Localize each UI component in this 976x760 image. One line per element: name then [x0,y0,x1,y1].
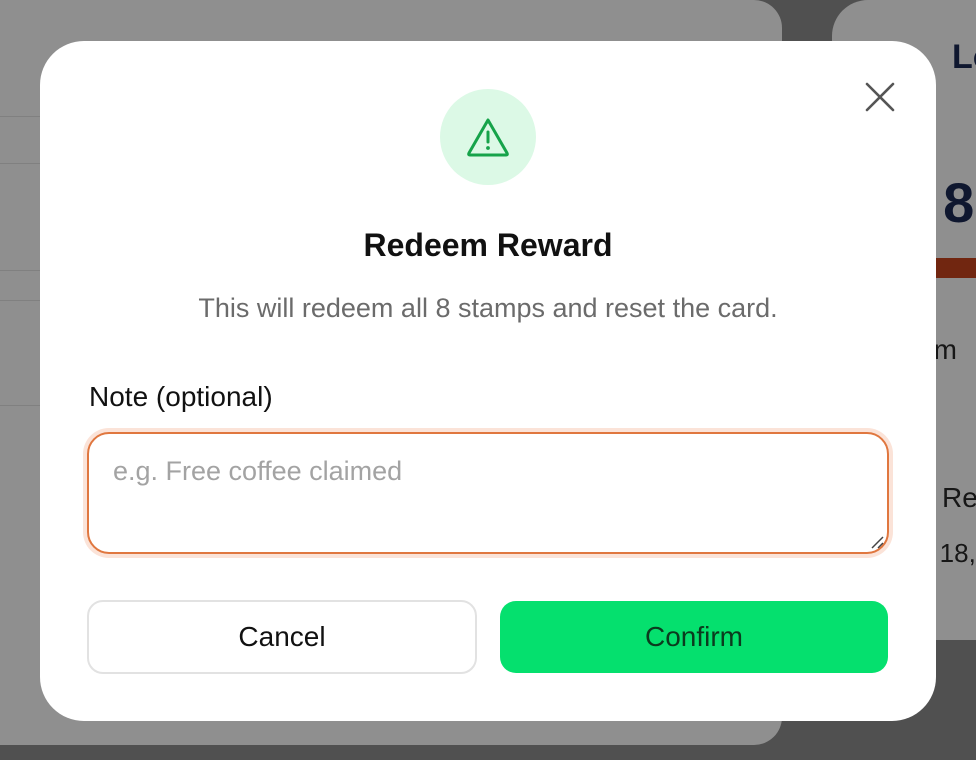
dialog-title: Redeem Reward [363,227,613,263]
resize-handle-icon[interactable] [868,533,884,549]
close-icon [865,82,895,112]
note-textarea[interactable] [87,432,889,554]
confirm-button[interactable]: Confirm [500,601,888,673]
note-label: Note (optional) [89,381,273,412]
warning-triangle-icon [467,118,509,157]
redeem-reward-dialog: Redeem Reward This will redeem all 8 sta… [40,41,936,721]
close-button[interactable] [860,77,900,117]
warning-badge [440,89,536,185]
dialog-message: This will redeem all 8 stamps and reset … [198,293,778,323]
cancel-button[interactable]: Cancel [87,600,477,674]
